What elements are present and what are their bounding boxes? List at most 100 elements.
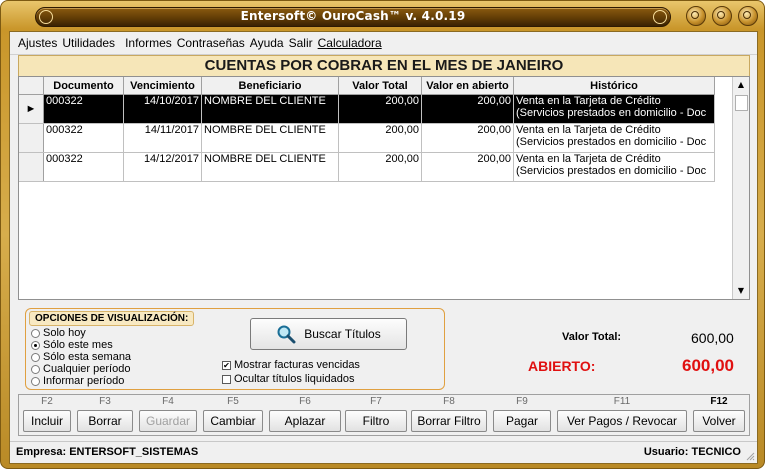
guardar-button[interactable]: Guardar (139, 410, 197, 432)
incluir-button[interactable]: Incluir (23, 410, 71, 432)
radio-informar-periodo[interactable]: Informar período (31, 375, 124, 387)
row-indicator (19, 123, 44, 153)
fkey-label: F3 (99, 396, 111, 407)
fkey-f12: F12 Volver (693, 395, 745, 435)
abierto-label: ABIERTO: (528, 358, 596, 374)
scroll-up-icon[interactable]: ▲ (733, 77, 749, 93)
menu-contrasenas[interactable]: Contraseñas (177, 36, 245, 50)
cell-valor-abierto: 200,00 (421, 94, 514, 124)
cell-documento: 000322 (43, 152, 124, 182)
volver-button[interactable]: Volver (693, 410, 745, 432)
fkey-f8: F8 Borrar Filtro (411, 395, 487, 435)
radio-solo-hoy[interactable]: Solo hoy (31, 327, 86, 339)
menu-ajustes[interactable]: Ajustes (18, 36, 57, 50)
menu-ayuda[interactable]: Ayuda (250, 36, 284, 50)
minimize-icon (691, 11, 699, 19)
options-title: OPCIONES DE VISUALIZACIÓN: (29, 311, 195, 326)
menu-calculadora[interactable]: Calculadora (318, 36, 382, 50)
radio-label: Solo hoy (43, 327, 86, 339)
menu-informes[interactable]: Informes (125, 36, 172, 50)
menu-bar: Ajustes Utilidades Informes Contraseñas … (10, 32, 757, 55)
valor-total-label: Valor Total: (562, 331, 622, 343)
cell-historico: Venta en la Tarjeta de Crédito (Servicios… (513, 123, 715, 153)
cell-vencimiento: 14/11/2017 (123, 123, 202, 153)
menu-salir[interactable]: Salir (289, 36, 313, 50)
col-valor-total[interactable]: Valor Total (338, 77, 422, 95)
filtro-button[interactable]: Filtro (345, 410, 407, 432)
magnifier-icon (277, 325, 296, 344)
pagar-button[interactable]: Pagar (493, 410, 551, 432)
col-vencimiento[interactable]: Vencimiento (123, 77, 202, 95)
checkbox-checked-icon: ✔ (222, 360, 231, 370)
historico-line-1: Venta en la Tarjeta de Crédito (516, 124, 661, 136)
status-empresa: Empresa: ENTERSOFT_SISTEMAS (16, 446, 199, 458)
mostrar-vencidas-checkbox[interactable]: ✔ Mostrar facturas vencidas (222, 359, 360, 371)
aplazar-button[interactable]: Aplazar (269, 410, 341, 432)
radio-icon (31, 376, 40, 386)
fkey-label: F8 (443, 396, 455, 407)
minimize-button[interactable] (686, 6, 706, 26)
cell-historico: Venta en la Tarjeta de Crédito (Servicios… (513, 152, 715, 182)
buscar-titulos-button[interactable]: Buscar Títulos (250, 318, 407, 350)
fkey-label: F2 (41, 396, 53, 407)
borrar-button[interactable]: Borrar (77, 410, 133, 432)
checkbox-icon (222, 374, 231, 384)
cell-valor-total: 200,00 (338, 152, 422, 182)
fkey-f11: F11 Ver Pagos / Revocar (557, 395, 687, 435)
cell-beneficiario: NOMBRE DEL CLIENTE (201, 152, 339, 182)
radio-solo-este-mes[interactable]: Sólo este mes (31, 339, 113, 351)
radio-label: Cualquier período (43, 363, 131, 375)
accounts-table: Documento Vencimiento Beneficiario Valor… (19, 77, 715, 182)
ocultar-liquidados-checkbox[interactable]: Ocultar títulos liquidados (222, 373, 354, 385)
radio-cualquier-periodo[interactable]: Cualquier período (31, 363, 130, 375)
ver-pagos-revocar-button[interactable]: Ver Pagos / Revocar (557, 410, 687, 432)
col-valor-abierto[interactable]: Valor en abierto (421, 77, 514, 95)
col-beneficiario[interactable]: Beneficiario (201, 77, 339, 95)
row-indicator-header (19, 77, 44, 95)
valor-total-value: 600,00 (691, 330, 734, 346)
fkey-label: F7 (370, 396, 382, 407)
status-usuario: Usuario: TECNICO (643, 446, 741, 458)
col-documento[interactable]: Documento (43, 77, 124, 95)
cell-valor-total: 200,00 (338, 123, 422, 153)
cell-documento: 000322 (43, 123, 124, 153)
cell-beneficiario: NOMBRE DEL CLIENTE (201, 94, 339, 124)
app-window: Entersoft© OuroCash™ v. 4.0.19 Ajustes U… (0, 0, 765, 469)
maximize-button[interactable] (712, 6, 732, 26)
cell-vencimiento: 14/10/2017 (123, 94, 202, 124)
borrar-filtro-button[interactable]: Borrar Filtro (411, 410, 487, 432)
function-key-bar: F2 Incluir F3 Borrar F4 Guardar F5 Cambiar F… (18, 394, 750, 436)
row-indicator (19, 152, 44, 182)
table-row[interactable]: 000322 14/11/2017 NOMBRE DEL CLIENTE 200… (19, 123, 715, 153)
vertical-scrollbar[interactable]: ▲ ▼ (732, 77, 749, 299)
close-button[interactable] (738, 6, 758, 26)
table-row[interactable]: 000322 14/12/2017 NOMBRE DEL CLIENTE 200… (19, 152, 715, 182)
scroll-thumb[interactable] (735, 95, 748, 111)
title-pill: Entersoft© OuroCash™ v. 4.0.19 (35, 7, 671, 27)
historico-line-2: (Servicios prestados en domicilio - Doc (516, 136, 707, 148)
cell-historico: Venta en la Tarjeta de Crédito (Servicios… (513, 94, 715, 124)
fkey-f6: F6 Aplazar (269, 395, 341, 435)
fkey-label: F6 (299, 396, 311, 407)
col-historico[interactable]: Histórico (513, 77, 715, 95)
scroll-down-icon[interactable]: ▼ (733, 283, 749, 299)
table-header-row: Documento Vencimiento Beneficiario Valor… (19, 77, 715, 95)
menu-utilidades[interactable]: Utilidades (62, 36, 115, 50)
maximize-icon (717, 11, 725, 19)
fkey-label: F12 (710, 396, 728, 407)
resize-grip-icon[interactable] (745, 451, 755, 461)
client-area: Ajustes Utilidades Informes Contraseñas … (9, 31, 758, 464)
row-indicator: ► (19, 94, 44, 124)
status-bar: Empresa: ENTERSOFT_SISTEMAS Usuario: TEC… (10, 441, 757, 463)
accounts-grid[interactable]: Documento Vencimiento Beneficiario Valor… (18, 76, 750, 300)
table-row[interactable]: ► 000322 14/10/2017 NOMBRE DEL CLIENTE 2… (19, 94, 715, 124)
abierto-value: 600,00 (682, 356, 734, 375)
title-bar[interactable]: Entersoft© OuroCash™ v. 4.0.19 (1, 1, 764, 31)
fkey-label: F11 (613, 396, 631, 407)
fkey-f2: F2 Incluir (23, 395, 71, 435)
radio-label: Sólo este mes (43, 339, 113, 351)
checkbox-label: Ocultar títulos liquidados (234, 373, 355, 385)
cambiar-button[interactable]: Cambiar (203, 410, 263, 432)
fkey-label: F9 (516, 396, 528, 407)
radio-solo-esta-semana[interactable]: Sólo esta semana (31, 351, 131, 363)
